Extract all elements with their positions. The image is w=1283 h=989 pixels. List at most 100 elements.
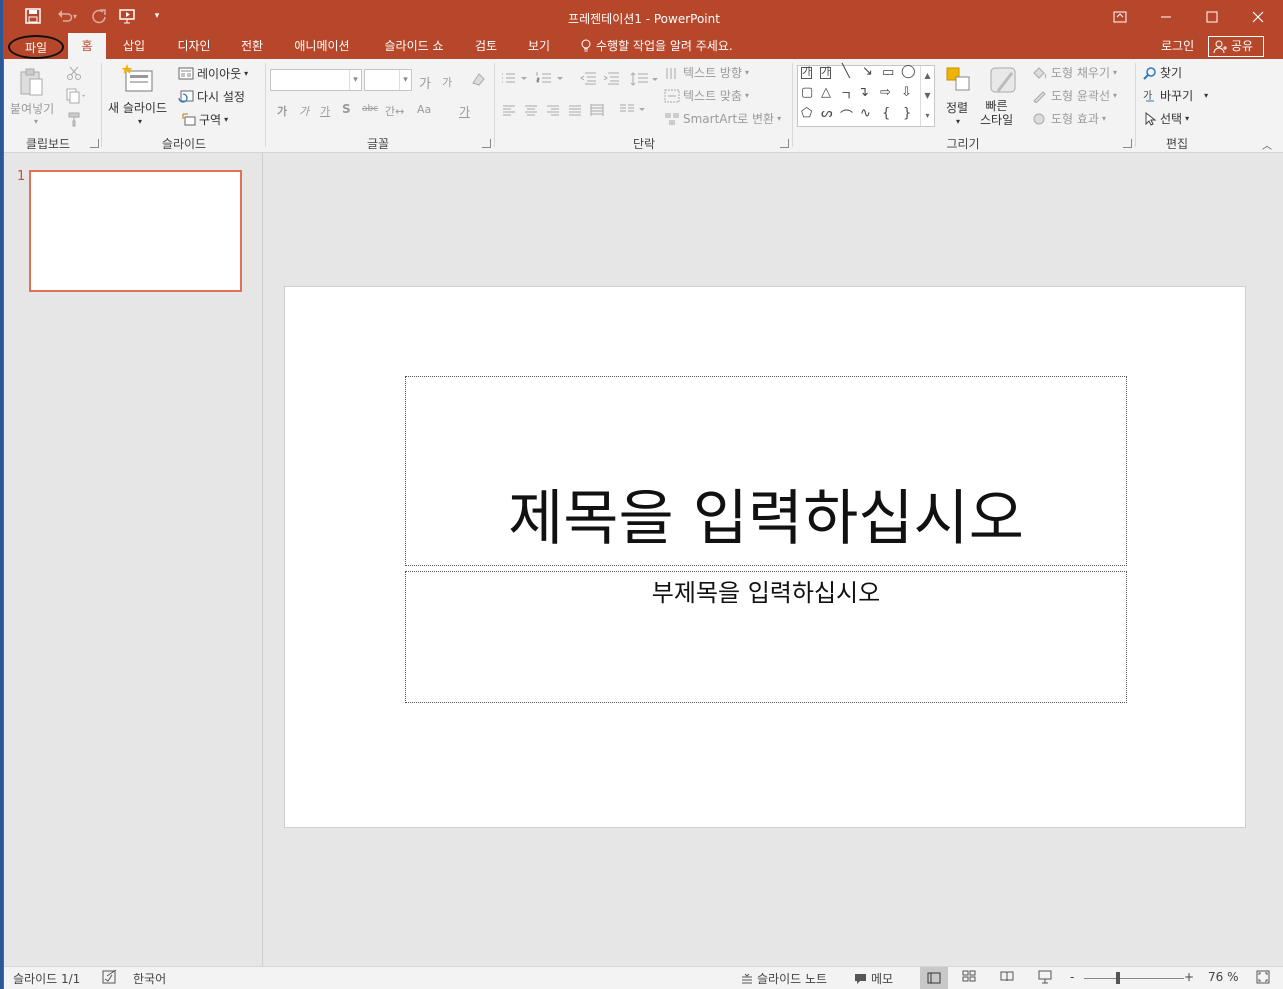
rectangle-shape-icon[interactable]: ▭ [882,65,894,80]
zoom-out-button[interactable]: - [1070,970,1074,984]
elbow-connector-icon[interactable]: ㄱ [840,85,852,104]
vertical-textbox-shape-icon[interactable]: 가 [820,67,832,79]
quick-styles-button[interactable]: 빠른 스타일 [980,99,1013,127]
tab-slideshow[interactable]: 슬라이드 쇼 [374,33,454,59]
title-placeholder[interactable]: 제목을 입력하십시오 [405,376,1127,566]
triangle-shape-icon[interactable]: △ [821,85,831,100]
change-case-button[interactable]: Aa [417,103,431,116]
font-color-button[interactable]: 가 [459,103,470,120]
textbox-shape-icon[interactable]: 가 [801,67,813,79]
text-direction-button[interactable]: 텍스트 방향 ▾ [664,64,749,81]
font-launcher-icon[interactable] [482,139,491,148]
align-left-icon[interactable] [502,104,516,116]
align-text-button[interactable]: 텍스트 맞춤 ▾ [664,87,749,104]
clear-formatting-icon[interactable] [470,71,486,87]
new-slide-dropdown-icon[interactable]: ▾ [138,117,142,126]
login-button[interactable]: 로그인 [1161,33,1194,59]
ribbon-display-options-icon[interactable] [1097,0,1143,33]
smartart-button[interactable]: SmartArt로 변환 ▾ [664,110,781,127]
tell-me-box[interactable]: 수행할 작업을 알려 주세요. [580,33,733,59]
font-name-combo[interactable]: ▾ [270,69,362,91]
layout-button[interactable]: 레이아웃 ▾ [178,65,248,82]
line-spacing-icon[interactable] [630,71,660,87]
columns-icon[interactable] [619,103,647,117]
replace-button[interactable]: 가 바꾸기 ▾ [1143,87,1208,104]
scribble-shape-icon[interactable]: ᔕ [821,106,833,121]
align-right-icon[interactable] [546,104,560,116]
zoom-slider[interactable] [1084,978,1184,979]
paste-button[interactable] [18,67,44,97]
reset-button[interactable]: 다시 설정 [178,88,245,105]
strikethrough-button[interactable]: abc [362,104,378,114]
slide-thumbnail[interactable] [29,170,242,292]
format-painter-icon[interactable] [66,111,82,127]
close-icon[interactable] [1235,0,1281,33]
quick-styles-icon[interactable] [988,65,1020,97]
slide-canvas[interactable]: 제목을 입력하십시오 부제목을 입력하십시오 [284,286,1246,828]
zoom-level[interactable]: 76 % [1208,970,1239,984]
collapse-ribbon-icon[interactable]: ︿ [1262,137,1272,152]
normal-view-icon[interactable] [920,967,948,989]
oval-shape-icon[interactable]: ◯ [901,64,916,79]
right-brace-shape-icon[interactable]: } [903,106,911,121]
curve-shape-icon[interactable]: ∿ [860,106,871,121]
chevron-down-icon[interactable]: ▾ [349,70,361,90]
shapes-gallery-scroll[interactable]: ▲ ▼ ▾ [920,66,934,126]
tab-home[interactable]: 홈 [68,33,106,59]
arrow-shape-icon[interactable]: ↘ [862,64,873,79]
rounded-rect-shape-icon[interactable]: ▢ [801,85,813,100]
font-size-combo[interactable]: ▾ [364,69,412,91]
section-button[interactable]: 구역 ▾ [182,111,228,128]
shape-outline-button[interactable]: 도형 윤곽선 ▾ [1032,87,1117,104]
tab-transitions[interactable]: 전환 [232,33,272,59]
select-button[interactable]: 선택 ▾ [1143,110,1189,127]
character-spacing-button[interactable]: 간↔ [385,103,404,119]
down-arrow-shape-icon[interactable]: ⇩ [901,85,912,100]
slideshow-view-icon[interactable] [1038,970,1052,984]
new-slide-button[interactable]: 새 슬라이드 [108,99,167,116]
spelling-check-icon[interactable] [102,970,118,984]
numbering-icon[interactable] [536,71,566,85]
shadow-button[interactable]: S [342,102,351,116]
bold-button[interactable]: 가 [277,103,287,119]
align-center-icon[interactable] [524,104,538,116]
shrink-font-button[interactable]: 가 [442,74,452,90]
arrange-button[interactable]: 정렬 [946,99,968,116]
paste-dropdown-icon[interactable]: ▾ [34,117,38,126]
tab-animations[interactable]: 애니메이션 [286,33,358,59]
comments-button[interactable]: 메모 [854,970,893,987]
tab-insert[interactable]: 삽입 [112,33,156,59]
tab-review[interactable]: 검토 [466,33,506,59]
cut-icon[interactable] [66,65,82,81]
clipboard-launcher-icon[interactable] [90,139,99,148]
line-shape-icon[interactable]: ╲ [842,64,850,79]
arc-shape-icon[interactable]: ⌒ [840,106,853,125]
increase-indent-icon[interactable] [602,71,620,85]
grow-font-button[interactable]: 가 [419,73,431,92]
tab-design[interactable]: 디자인 [169,33,219,59]
arrange-dropdown-icon[interactable]: ▾ [956,117,960,126]
reading-view-icon[interactable] [1000,970,1014,982]
arrange-icon[interactable] [946,67,972,93]
chevron-down-icon[interactable]: ▾ [399,70,411,90]
language-indicator[interactable]: 한국어 [133,970,166,987]
shape-effects-button[interactable]: 도형 효과 ▾ [1032,110,1106,127]
drawing-launcher-icon[interactable] [1123,139,1132,148]
decrease-indent-icon[interactable] [579,71,597,85]
minimize-icon[interactable] [1143,0,1189,33]
fit-to-window-icon[interactable] [1256,970,1270,984]
italic-button[interactable]: 가 [299,103,309,119]
shape-fill-button[interactable]: 도형 채우기 ▾ [1032,64,1117,81]
new-slide-icon[interactable] [122,63,154,93]
slide-sorter-icon[interactable] [962,970,976,982]
maximize-icon[interactable] [1189,0,1235,33]
subtitle-placeholder[interactable]: 부제목을 입력하십시오 [405,571,1127,703]
tab-view[interactable]: 보기 [519,33,559,59]
tab-file[interactable]: 파일 [8,35,64,59]
find-button[interactable]: 찾기 [1143,64,1182,81]
right-arrow-shape-icon[interactable]: ⇨ [880,85,891,100]
zoom-slider-thumb[interactable] [1116,972,1120,984]
bullets-icon[interactable] [500,71,530,85]
zoom-in-button[interactable]: + [1184,970,1194,984]
paragraph-launcher-icon[interactable] [780,139,789,148]
